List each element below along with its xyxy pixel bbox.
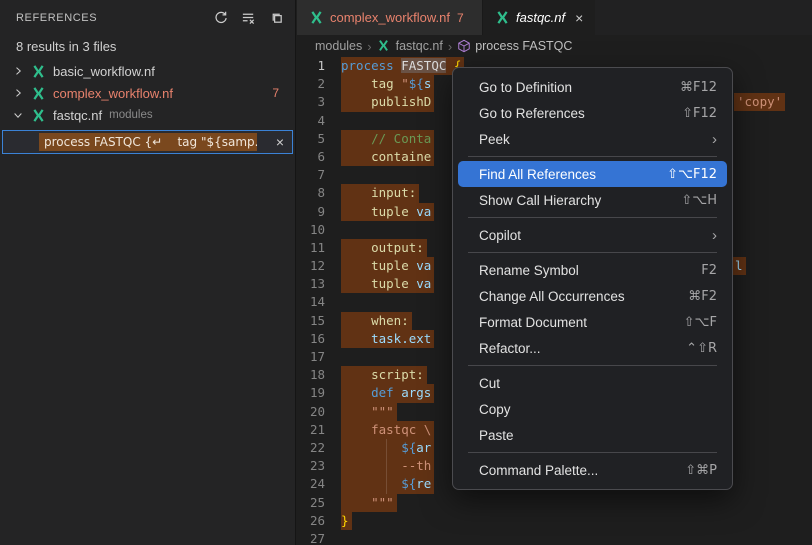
code-fragment-l: l bbox=[732, 257, 746, 275]
submenu-chevron-icon: › bbox=[712, 227, 717, 244]
context-menu: Go to Definition⌘F12 Go to References⇧F1… bbox=[452, 67, 733, 490]
file-name: fastqc.nf bbox=[53, 108, 102, 123]
menu-item-format-document[interactable]: Format Document⇧⌥F bbox=[458, 309, 727, 335]
sidebar-title: REFERENCES bbox=[16, 12, 211, 24]
tab-label: complex_workflow.nf bbox=[330, 10, 450, 25]
menu-item-command-palette[interactable]: Command Palette...⇧⌘P bbox=[458, 457, 727, 483]
menu-item-rename-symbol[interactable]: Rename SymbolF2 bbox=[458, 257, 727, 283]
menu-item-copilot[interactable]: Copilot› bbox=[458, 222, 727, 248]
menu-separator bbox=[468, 365, 717, 366]
shortcut-label: ⌃⇧R bbox=[686, 341, 717, 356]
menu-item-go-to-references[interactable]: Go to References⇧F12 bbox=[458, 100, 727, 126]
sidebar-item-fastqc[interactable]: fastqc.nf modules bbox=[0, 104, 295, 126]
menu-item-refactor[interactable]: Refactor...⌃⇧R bbox=[458, 335, 727, 361]
shortcut-label: ⇧⌥H bbox=[681, 193, 717, 208]
vscode-window: REFERENCES 8 results in 3 files bbox=[0, 0, 812, 545]
results-summary: 8 results in 3 files bbox=[0, 35, 295, 60]
menu-item-peek[interactable]: Peek› bbox=[458, 126, 727, 152]
menu-separator bbox=[468, 452, 717, 453]
tab-complex-workflow[interactable]: complex_workflow.nf 7 bbox=[297, 0, 483, 35]
sidebar-item-complex-workflow[interactable]: complex_workflow.nf 7 bbox=[0, 82, 295, 104]
code-line: 27 bbox=[297, 530, 812, 545]
file-path-description: modules bbox=[109, 109, 152, 121]
code-line: 26} bbox=[297, 512, 812, 530]
menu-item-cut[interactable]: Cut bbox=[458, 370, 727, 396]
breadcrumb-file[interactable]: fastqc.nf bbox=[396, 39, 443, 53]
tab-label: fastqc.nf bbox=[516, 10, 565, 25]
menu-item-copy[interactable]: Copy bbox=[458, 396, 727, 422]
selected-reference-result[interactable]: process FASTQC {↵ tag "${samp... × bbox=[2, 130, 293, 154]
shortcut-label: F2 bbox=[701, 263, 717, 278]
shortcut-label: ⇧⌥F bbox=[684, 315, 717, 330]
breadcrumb-separator: › bbox=[448, 39, 452, 54]
line-number: 1 bbox=[297, 57, 341, 75]
file-name: complex_workflow.nf bbox=[53, 86, 173, 101]
nextflow-file-icon bbox=[31, 64, 46, 79]
sidebar-actions bbox=[211, 9, 287, 27]
nextflow-file-icon bbox=[309, 10, 324, 25]
nextflow-file-icon bbox=[377, 39, 392, 53]
menu-separator bbox=[468, 217, 717, 218]
menu-item-find-all-references[interactable]: Find All References⇧⌥F12 bbox=[458, 161, 727, 187]
chevron-down-icon[interactable] bbox=[10, 107, 26, 123]
breadcrumb-folder[interactable]: modules bbox=[315, 39, 362, 53]
code-fragment-copy: 'copy' bbox=[734, 93, 785, 111]
breadcrumb-separator: › bbox=[367, 39, 371, 54]
indent-guide bbox=[386, 439, 387, 494]
menu-item-show-call-hierarchy[interactable]: Show Call Hierarchy⇧⌥H bbox=[458, 187, 727, 213]
tab-bar: complex_workflow.nf 7 fastqc.nf × bbox=[297, 0, 812, 35]
shortcut-label: ⇧⌘P bbox=[685, 463, 717, 478]
breadcrumb-symbol-label: process FASTQC bbox=[475, 39, 572, 53]
shortcut-label: ⌘F2 bbox=[688, 289, 717, 304]
result-count-badge: 7 bbox=[272, 86, 285, 100]
chevron-right-icon[interactable] bbox=[10, 85, 26, 101]
breadcrumb-symbol[interactable]: process FASTQC bbox=[457, 39, 572, 53]
collapse-all-icon[interactable] bbox=[267, 9, 285, 27]
shortcut-label: ⇧⌥F12 bbox=[667, 167, 717, 182]
chevron-right-icon[interactable] bbox=[10, 63, 26, 79]
nextflow-file-icon bbox=[31, 86, 46, 101]
reference-match-text: process FASTQC {↵ tag "${samp... bbox=[39, 133, 257, 151]
shortcut-label: ⇧F12 bbox=[682, 106, 717, 121]
selected-symbol: FASTQC bbox=[401, 58, 446, 73]
menu-item-go-to-definition[interactable]: Go to Definition⌘F12 bbox=[458, 74, 727, 100]
symbol-cube-icon bbox=[457, 39, 471, 53]
tab-problem-badge: 7 bbox=[457, 11, 464, 25]
breadcrumb: modules › fastqc.nf › process FASTQC bbox=[297, 35, 812, 57]
references-sidebar: REFERENCES 8 results in 3 files bbox=[0, 0, 296, 545]
menu-separator bbox=[468, 156, 717, 157]
sidebar-item-basic-workflow[interactable]: basic_workflow.nf bbox=[0, 60, 295, 82]
submenu-chevron-icon: › bbox=[712, 131, 717, 148]
dismiss-result-icon[interactable]: × bbox=[276, 135, 284, 149]
shortcut-label: ⌘F12 bbox=[680, 80, 717, 95]
nextflow-file-icon bbox=[31, 108, 46, 123]
code-line: 25 """ bbox=[297, 494, 812, 512]
nextflow-file-icon bbox=[495, 10, 510, 25]
close-tab-icon[interactable]: × bbox=[575, 11, 583, 25]
file-name: basic_workflow.nf bbox=[53, 64, 155, 79]
clear-results-icon[interactable] bbox=[239, 9, 257, 27]
refresh-icon[interactable] bbox=[211, 9, 229, 27]
menu-item-paste[interactable]: Paste bbox=[458, 422, 727, 448]
sidebar-header: REFERENCES bbox=[0, 0, 295, 35]
menu-item-change-all-occurrences[interactable]: Change All Occurrences⌘F2 bbox=[458, 283, 727, 309]
tab-fastqc[interactable]: fastqc.nf × bbox=[483, 0, 595, 35]
menu-separator bbox=[468, 252, 717, 253]
